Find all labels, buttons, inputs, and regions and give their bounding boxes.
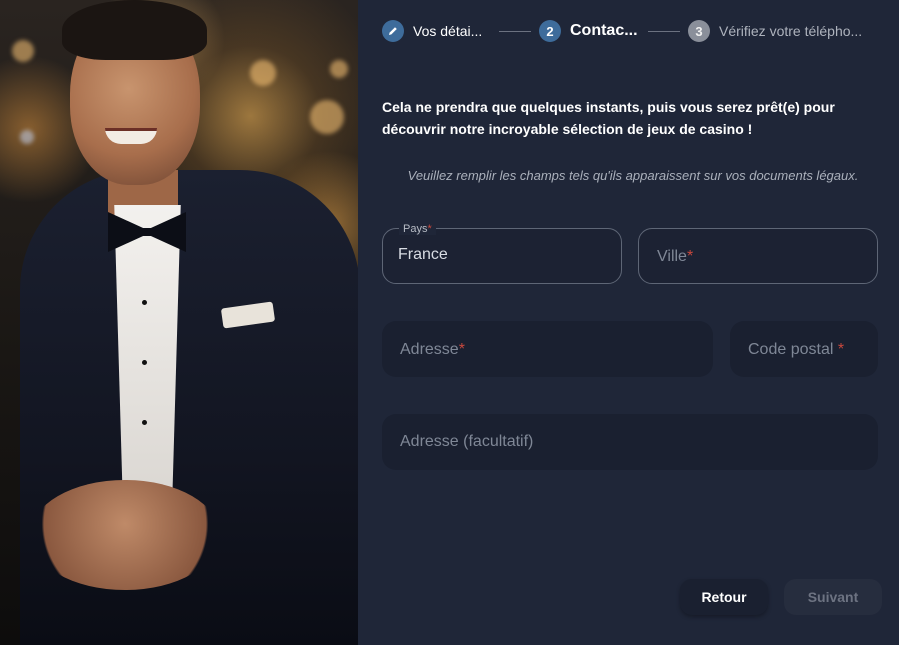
registration-page: Vos détai... 2 Contac... 3 Vérifiez votr…: [0, 0, 899, 645]
city-field[interactable]: Ville*: [638, 228, 878, 284]
postal-code-field[interactable]: Code postal *: [730, 321, 878, 377]
step-number: 3: [688, 20, 710, 42]
country-field[interactable]: Pays* France: [382, 223, 622, 284]
address-optional-placeholder: Adresse (facultatif): [400, 433, 534, 450]
back-button[interactable]: Retour: [680, 579, 768, 615]
step-connector: [648, 30, 680, 32]
step-label: Vos détai...: [413, 23, 483, 39]
required-mark: *: [686, 248, 694, 265]
person-hands: [30, 480, 220, 590]
step-details[interactable]: Vos détai...: [382, 20, 491, 42]
country-label: Pays*: [399, 223, 436, 235]
step-label: Contac...: [570, 22, 638, 39]
city-placeholder-text: Ville: [657, 248, 687, 265]
required-mark: *: [458, 341, 465, 358]
required-mark: *: [837, 341, 845, 358]
address-placeholder: Adresse*: [400, 341, 465, 359]
address-optional-field[interactable]: Adresse (facultatif): [382, 414, 878, 470]
bokeh-light: [20, 130, 34, 144]
bokeh-light: [12, 40, 34, 62]
intro-text: Cela ne prendra que quelques instants, p…: [382, 99, 835, 137]
bokeh-light: [330, 60, 348, 78]
step-verify-phone[interactable]: 3 Vérifiez votre télépho...: [688, 20, 879, 42]
person-smile: [105, 128, 157, 144]
bokeh-light: [310, 100, 344, 134]
stepper: Vos détai... 2 Contac... 3 Vérifiez votr…: [382, 19, 882, 43]
postal-code-placeholder-text: Code postal: [748, 341, 834, 358]
legal-note: Veuillez remplir les champs tels qu'ils …: [407, 168, 859, 183]
country-label-text: Pays: [403, 223, 428, 235]
form-panel: Vos détai... 2 Contac... 3 Vérifiez votr…: [358, 0, 899, 645]
next-button[interactable]: Suivant: [784, 579, 882, 615]
address-field[interactable]: Adresse*: [382, 321, 713, 377]
hero-image: [0, 0, 358, 645]
country-value: France: [398, 246, 448, 263]
step-connector: [499, 30, 531, 32]
shirt-stud: [142, 420, 147, 425]
step-number: 2: [539, 20, 561, 42]
step-label: Vérifiez votre télépho...: [719, 23, 863, 39]
pencil-icon: [382, 20, 404, 42]
person-hair: [62, 0, 207, 60]
postal-code-placeholder: Code postal *: [748, 341, 844, 359]
shirt-stud: [142, 300, 147, 305]
bokeh-light: [250, 60, 276, 86]
city-placeholder: Ville*: [657, 248, 693, 266]
address-placeholder-text: Adresse: [400, 341, 459, 358]
required-mark: *: [427, 223, 432, 235]
step-contact[interactable]: 2 Contac...: [539, 20, 640, 42]
shirt-stud: [142, 360, 147, 365]
